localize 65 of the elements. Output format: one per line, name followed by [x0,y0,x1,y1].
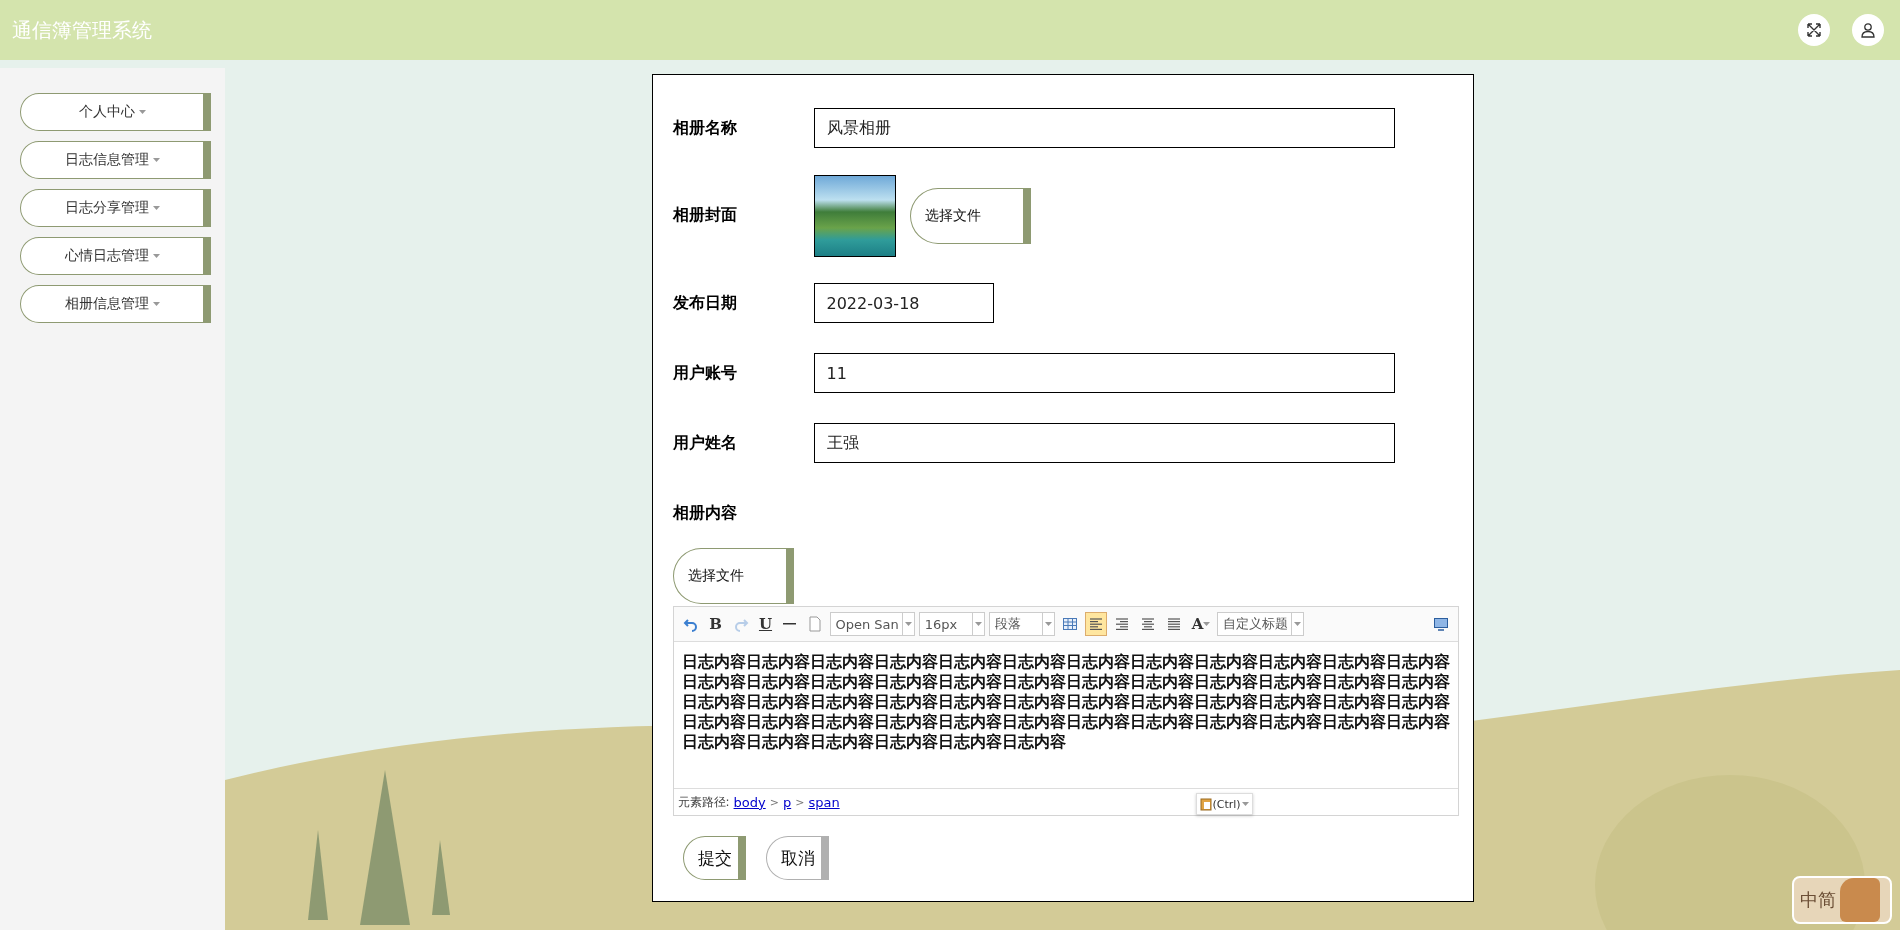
caret-icon [152,158,160,162]
table-icon [1061,616,1078,632]
input-method-badge[interactable]: 中简 [1792,876,1892,924]
redo-icon [732,616,749,632]
path-link[interactable]: span [808,794,840,810]
paste-options-button[interactable]: (Ctrl) [1195,793,1253,815]
caret-icon [138,110,146,114]
caret-icon [1241,802,1249,806]
path-separator: > [795,795,805,809]
align-left-icon [1087,616,1104,632]
caret-icon [904,622,912,626]
editor-content: 日志内容日志内容日志内容日志内容日志内容日志内容日志内容日志内容日志内容日志内容日志内容日志内容日志内容日志内容日志内容日志内容日志内容日志内容日志内容日志内容日志内容日志内容日志内容日志内容日志内容日志内容日志内容日志内容日志内容日志内容日志内容日志内容日志内容日志内容日志内容日志内容日志内容日志内容日志内容日志内容日志内容日志内容日志内容日志内容日志内容日志内容日志内容日志内容日志内容日志内容日志内容日志内容日志内容日志内容 [680,651,1451,753]
field-label: 用户账号 [672,362,738,384]
toolbar-dropdown[interactable]: 自定义标题 [1217,612,1305,636]
caret-icon [152,206,160,210]
text-field[interactable]: 风景相册 [813,108,1395,148]
fullscreen-button[interactable] [1798,14,1830,46]
date-field[interactable]: 2022-03-18 [813,283,994,323]
caret-icon [152,254,160,258]
caret-icon [1294,622,1302,626]
toolbar-dropdown[interactable]: 段落 [988,612,1055,636]
font-color-button[interactable]: A [1188,612,1214,636]
align-right-icon [1113,616,1130,632]
cancel-button[interactable]: 取消 [765,836,829,880]
monitor-icon [1432,616,1449,632]
sidebar-menu-item[interactable]: 心情日志管理 [20,237,211,275]
text-field[interactable]: 11 [813,353,1395,393]
choose-file-button[interactable]: 选择文件 [909,187,1031,244]
path-separator: > [769,795,779,809]
bold-button[interactable]: B [705,612,726,636]
caret-icon [152,302,160,306]
sidebar-menu-item[interactable]: 日志信息管理 [20,141,211,179]
path-link[interactable]: body [733,794,766,810]
clipboard-icon [1199,797,1212,811]
rich-text-editor[interactable] [672,606,1459,816]
document-icon [806,616,823,632]
toolbar-dropdown[interactable]: Open San [829,612,915,636]
caret-icon [974,622,982,626]
photo-placeholder [1840,878,1880,922]
submit-button[interactable]: 提交 [682,836,746,880]
choose-file-button[interactable]: 选择文件 [672,548,794,604]
user-button[interactable] [1852,14,1884,46]
toolbar-dropdown[interactable]: 16px [918,612,985,636]
field-label: 发布日期 [672,292,738,314]
underline-button[interactable]: U [755,612,776,636]
app-title: 通信簿管理系统 [12,16,152,44]
expand-icon [1806,22,1822,38]
undo-icon [682,616,699,632]
field-label: 相册封面 [672,205,738,226]
text-field[interactable]: 王强 [813,423,1395,463]
align-center-icon [1139,616,1156,632]
line-icon [783,623,796,625]
path-label: 元素路径: [677,793,730,811]
path-link[interactable]: p [782,794,792,810]
sidebar-menu-item[interactable]: 相册信息管理 [20,285,211,323]
user-icon [1860,22,1876,38]
sidebar-menu-item[interactable]: 个人中心 [20,93,211,131]
field-label: 相册名称 [672,117,738,139]
field-label: 用户姓名 [672,432,738,454]
caret-icon [1044,622,1052,626]
caret-icon [1203,622,1211,626]
field-label: 相册内容 [672,502,738,524]
align-left-button[interactable] [1084,612,1107,636]
sidebar-menu-item[interactable]: 日志分享管理 [20,189,211,227]
justify-icon [1165,616,1182,632]
